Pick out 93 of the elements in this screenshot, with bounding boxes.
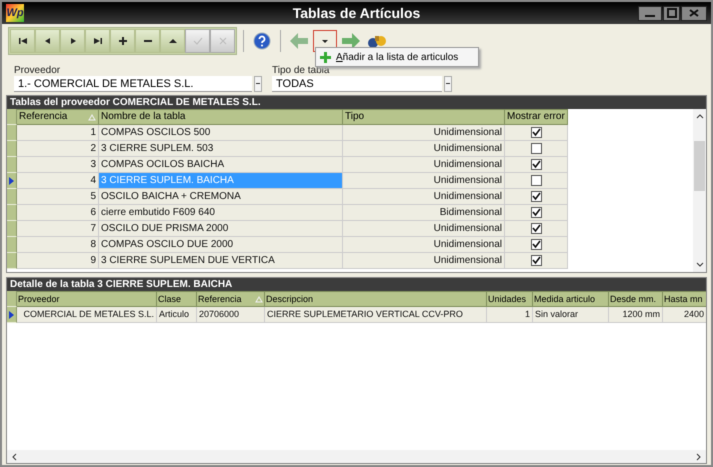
- field-label: Tipo de tabla: [272, 65, 330, 76]
- table-cell: OSCILO DUE PRISMA 2000: [99, 221, 343, 237]
- dropdown-field[interactable]: 1.- COMERCIAL DE METALES S.L.: [14, 76, 252, 92]
- checkbox[interactable]: [530, 127, 542, 138]
- table-cell: Unidimensional: [343, 141, 505, 157]
- table-cell: cierre embutido F609 640: [99, 205, 343, 221]
- column-header[interactable]: Tipo: [343, 109, 505, 125]
- column-header[interactable]: Referencia: [17, 109, 99, 125]
- table-cell: Unidimensional: [343, 173, 505, 189]
- checkbox[interactable]: [530, 223, 542, 234]
- table-cell: Unidimensional: [343, 125, 505, 141]
- checkbox[interactable]: [530, 191, 542, 202]
- checkbox[interactable]: [530, 175, 542, 186]
- table-cell: 8: [17, 237, 99, 253]
- column-header[interactable]: Mostrar error: [505, 109, 568, 125]
- scrollbar[interactable]: [7, 450, 706, 463]
- app-logo: Wp: [6, 4, 24, 22]
- table-cell: 3 CIERRE SUPLEM. BAICHA: [99, 173, 343, 189]
- table-cell: Unidimensional: [343, 253, 505, 269]
- table-cell: OSCILO BAICHA + CREMONA: [99, 189, 343, 205]
- maximize-icon: [666, 8, 676, 18]
- table-cell: 6: [17, 205, 99, 221]
- table-cell: 20706000: [197, 307, 265, 323]
- table-cell: 3 CIERRE SUPLEM. 503: [99, 141, 343, 157]
- panel-title: Detalle de la tabla 3 CIERRE SUPLEM. BAICHA: [7, 278, 706, 291]
- table-cell: Bidimensional: [343, 205, 505, 221]
- table-cell: 1: [487, 307, 533, 323]
- table-cell: Unidimensional: [343, 189, 505, 205]
- table-cell: COMPAS OSCILO DUE 2000: [99, 237, 343, 253]
- header-corner: [7, 109, 17, 125]
- maximize-button[interactable]: [663, 6, 680, 20]
- help-icon: [253, 32, 271, 50]
- current-row-icon: [9, 310, 14, 318]
- table-cell: Articulo: [157, 307, 197, 323]
- row-indicator[interactable]: [7, 307, 17, 323]
- row-indicator[interactable]: [7, 173, 17, 189]
- left-arrow-icon: [289, 32, 309, 50]
- table-cell: COMPAS OSCILOS 500: [99, 125, 343, 141]
- column-header[interactable]: Hasta mn: [663, 291, 706, 307]
- table-cell: 4: [17, 173, 99, 189]
- checkbox[interactable]: [530, 143, 542, 154]
- table-cell: CIERRE SUPLEMETARIO VERTICAL CCV-PRO: [265, 307, 487, 323]
- current-row-icon: [9, 176, 14, 184]
- toolbar-button[interactable]: [85, 29, 110, 53]
- close-button[interactable]: [681, 6, 707, 20]
- dash-icon: [256, 83, 260, 85]
- window-title: Tablas de Artículos: [292, 5, 420, 21]
- checkbox[interactable]: [530, 239, 542, 250]
- checkbox[interactable]: [530, 207, 542, 218]
- table-cell: 9: [17, 253, 99, 269]
- table-cell: 2: [17, 141, 99, 157]
- plus-icon: [320, 52, 331, 62]
- table-cell: Sin valorar: [533, 307, 609, 323]
- column-header[interactable]: Referencia: [197, 291, 265, 307]
- toolbar-button[interactable]: [60, 29, 85, 53]
- right-arrow-icon: [341, 32, 361, 50]
- table-cell: 1: [17, 125, 99, 141]
- column-header[interactable]: Proveedor: [17, 291, 157, 307]
- table-cell: 5: [17, 189, 99, 205]
- menu-item[interactable]: Añadir a la lista de articulos: [316, 52, 462, 62]
- column-header[interactable]: Nombre de la tabla: [99, 109, 343, 125]
- checkbox[interactable]: [530, 159, 542, 170]
- toolbar-button[interactable]: [110, 29, 135, 53]
- table-cell: COMPAS OCILOS BAICHA: [99, 157, 343, 173]
- toolbar-button[interactable]: [10, 29, 35, 53]
- column-header[interactable]: Medida articulo: [533, 291, 609, 307]
- table-cell: Unidimensional: [343, 157, 505, 173]
- panel-title: Tablas del proveedor COMERCIAL DE METALES S.L.: [7, 96, 706, 109]
- table-cell: Unidimensional: [343, 221, 505, 237]
- table-cell: 7: [17, 221, 99, 237]
- checkbox[interactable]: [530, 255, 542, 266]
- table-cell: 3: [17, 157, 99, 173]
- field-label: Proveedor: [14, 65, 62, 76]
- table-cell: Unidimensional: [343, 237, 505, 253]
- table-cell: 1200 mm: [609, 307, 663, 323]
- header-corner: [7, 291, 17, 307]
- close-icon: [689, 9, 699, 17]
- dropdown-button[interactable]: [444, 76, 452, 92]
- column-header[interactable]: Clase: [157, 291, 197, 307]
- column-header[interactable]: Desde mm.: [609, 291, 663, 307]
- table-cell: 2400: [663, 307, 706, 323]
- toolbar-button[interactable]: [160, 29, 185, 53]
- column-header[interactable]: Descripcion: [265, 291, 487, 307]
- scrollbar-thumb[interactable]: [694, 141, 705, 191]
- dropdown-button[interactable]: [254, 76, 262, 92]
- column-header[interactable]: Unidades: [487, 291, 533, 307]
- dropdown-field[interactable]: TODAS: [272, 76, 442, 92]
- toolbar-button[interactable]: [135, 29, 160, 53]
- table-cell: 3 CIERRE SUPLEMEN DUE VERTICA: [99, 253, 343, 269]
- dash-icon: [446, 83, 450, 85]
- table-cell: COMERCIAL DE METALES S.L.: [17, 307, 157, 323]
- minimize-button[interactable]: [638, 6, 662, 20]
- toolbar-button[interactable]: [35, 29, 60, 53]
